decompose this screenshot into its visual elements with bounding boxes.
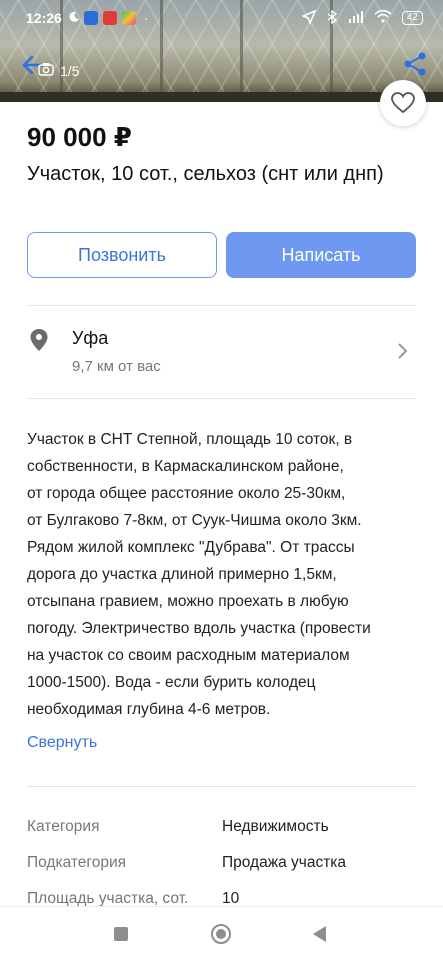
wifi-icon: [374, 9, 392, 26]
photo-counter-text: 1/5: [60, 62, 80, 79]
heart-icon: [391, 92, 415, 114]
favorite-button[interactable]: [380, 80, 426, 126]
listing-title: Участок, 10 сот., сельхоз (снт или днп): [27, 163, 384, 185]
description-line: от города общее расстояние около 25-30км…: [27, 485, 346, 502]
share-icon: [404, 52, 426, 76]
description-line: Участок в СНТ Степной, площадь 10 соток,…: [27, 431, 353, 448]
description-line: дорога до участка длиной примерно 1,5км,: [27, 566, 337, 583]
app-notification-icon: [83, 11, 98, 25]
collapse-description-link[interactable]: Свернуть: [27, 734, 97, 752]
location-distance: 9,7 км от вас: [72, 358, 161, 375]
share-button[interactable]: [401, 50, 429, 78]
status-time: 12:26: [26, 10, 62, 26]
description-line: отсыпана гравием, можно проехать в любую: [27, 593, 349, 610]
battery-indicator: 42: [401, 11, 423, 25]
chevron-right-icon: [396, 342, 408, 360]
description-line: от Булгаково 7-8км, от Суук-Чишма около …: [27, 512, 362, 529]
location-pin-icon: [29, 328, 49, 352]
photo-counter: 1/5: [38, 62, 79, 79]
system-back-button[interactable]: [313, 926, 326, 942]
description-line: Рядом жилой комплекс "Дубрава". От трасс…: [27, 539, 355, 556]
listing-description: Участок в СНТ Степной, площадь 10 соток,…: [27, 426, 419, 723]
app-notification-icon: [121, 11, 136, 25]
location-city: Уфа: [72, 328, 109, 348]
system-navigation-bar: [0, 906, 443, 960]
spec-label: Категория: [27, 818, 100, 835]
divider: [27, 786, 416, 787]
photo-detail: [0, 92, 443, 102]
listing-price: 90 000 ₽: [27, 122, 132, 152]
location-arrow-icon: [300, 9, 317, 27]
app-notification-icon: [102, 11, 117, 25]
top-navigation: 1/5: [0, 44, 443, 88]
description-line: собственности, в Кармаскалинском районе,: [27, 458, 344, 475]
status-bar: 12:26 · 42: [0, 0, 443, 36]
description-line: необходимая глубина 4-6 метров.: [27, 701, 271, 718]
call-button[interactable]: Позвонить: [27, 232, 217, 278]
recent-apps-button[interactable]: [114, 927, 128, 941]
home-button[interactable]: [211, 924, 231, 944]
description-line: на участок со своим расходным материалом: [27, 647, 350, 664]
moon-icon: [68, 10, 80, 26]
divider: [27, 305, 416, 306]
description-line: 1000-1500). Вода - если бурить колодец: [27, 674, 316, 691]
divider: [27, 398, 416, 399]
description-line: погоду. Электричество вдоль участка (про…: [27, 620, 371, 637]
camera-icon: [38, 62, 54, 79]
bluetooth-icon: [326, 9, 338, 27]
location-row[interactable]: Уфа 9,7 км от вас: [27, 322, 416, 382]
status-right: 42: [300, 9, 423, 27]
signal-icon: [348, 10, 364, 26]
notification-icons: [83, 11, 136, 25]
spec-label: Подкатегория: [27, 854, 127, 871]
spec-value: Продажа участка: [222, 854, 347, 871]
spec-value: Недвижимость: [222, 818, 329, 835]
dot-icon: ·: [143, 10, 149, 26]
write-button[interactable]: Написать: [226, 232, 416, 278]
